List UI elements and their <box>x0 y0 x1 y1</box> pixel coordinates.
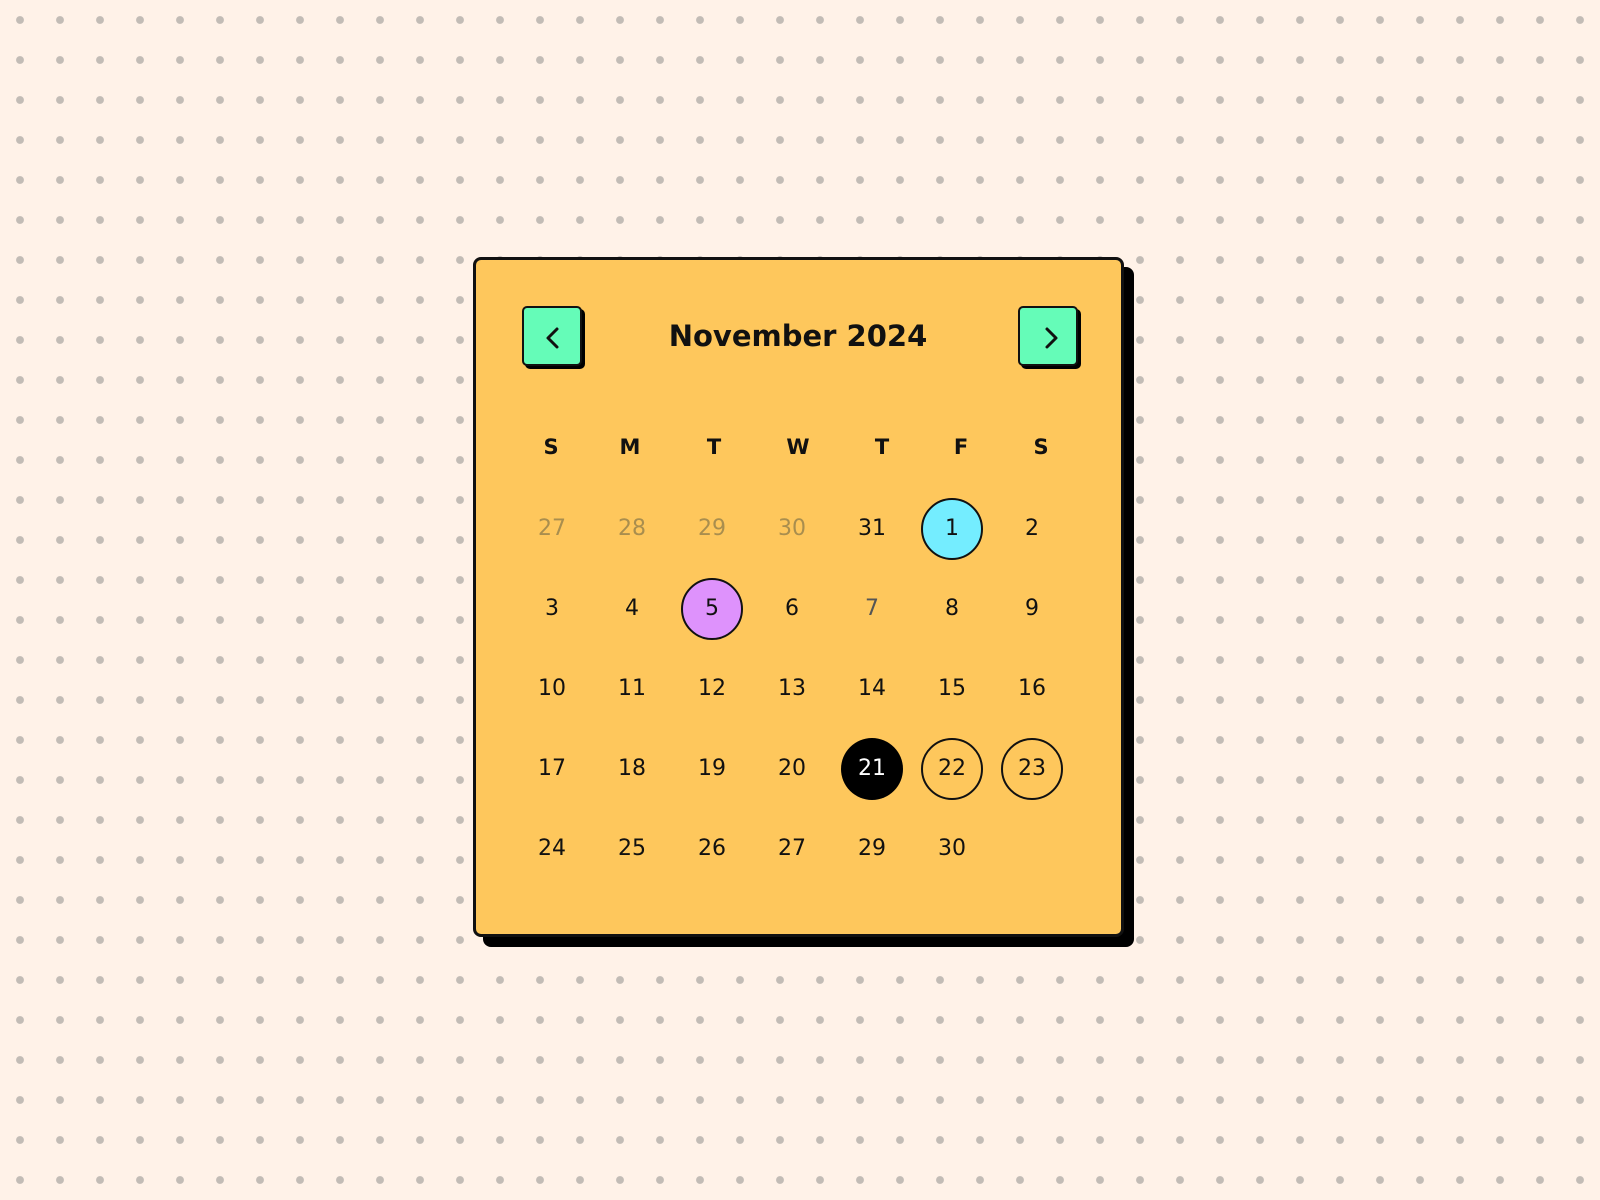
day-cell[interactable]: 11 <box>601 658 663 720</box>
day-cell[interactable]: 7 <box>841 578 903 640</box>
day-cell-range[interactable]: 23 <box>1001 738 1063 800</box>
day-cell-prev-month[interactable]: 28 <box>601 498 663 560</box>
day-cell[interactable]: 30 <box>921 818 983 880</box>
day-cell[interactable]: 4 <box>601 578 663 640</box>
day-cell-prev-month[interactable]: 27 <box>521 498 583 560</box>
previous-month-button[interactable] <box>522 306 582 366</box>
day-cell[interactable]: 9 <box>1001 578 1063 640</box>
day-cell[interactable]: 29 <box>841 818 903 880</box>
chevron-left-icon <box>546 327 559 349</box>
day-cell[interactable]: 31 <box>841 498 903 560</box>
day-cell-range[interactable]: 22 <box>921 738 983 800</box>
day-cell[interactable]: 27 <box>761 818 823 880</box>
day-cell[interactable]: 14 <box>841 658 903 720</box>
day-cell[interactable]: 13 <box>761 658 823 720</box>
day-cell[interactable]: 6 <box>761 578 823 640</box>
day-cell[interactable]: 2 <box>1001 498 1063 560</box>
day-cell[interactable]: 15 <box>921 658 983 720</box>
day-cell-selected[interactable]: 21 <box>841 738 903 800</box>
day-cell-event[interactable]: 5 <box>681 578 743 640</box>
day-cell[interactable]: 8 <box>921 578 983 640</box>
day-cell[interactable]: 10 <box>521 658 583 720</box>
weekday-saturday: S <box>1033 435 1049 459</box>
calendar-card: November 2024 S M T W T F S 27 28 29 30 … <box>473 257 1124 937</box>
chevron-right-icon <box>1045 327 1058 349</box>
day-cell-event[interactable]: 1 <box>921 498 983 560</box>
weekday-sunday: S <box>543 435 559 459</box>
weekday-wednesday: W <box>786 435 810 459</box>
day-cell[interactable]: 3 <box>521 578 583 640</box>
weekday-thursday: T <box>874 435 890 459</box>
day-cell[interactable]: 12 <box>681 658 743 720</box>
weekday-friday: F <box>953 435 969 459</box>
month-title: November 2024 <box>668 319 928 353</box>
day-cell[interactable]: 20 <box>761 738 823 800</box>
day-cell[interactable]: 16 <box>1001 658 1063 720</box>
day-cell[interactable]: 19 <box>681 738 743 800</box>
day-cell-prev-month[interactable]: 29 <box>681 498 743 560</box>
day-cell[interactable]: 24 <box>521 818 583 880</box>
day-cell[interactable]: 25 <box>601 818 663 880</box>
weekday-monday: M <box>619 435 641 459</box>
day-cell[interactable]: 17 <box>521 738 583 800</box>
day-cell[interactable]: 26 <box>681 818 743 880</box>
day-cell[interactable]: 18 <box>601 738 663 800</box>
day-cell-prev-month[interactable]: 30 <box>761 498 823 560</box>
weekday-tuesday: T <box>706 435 722 459</box>
next-month-button[interactable] <box>1018 306 1078 366</box>
